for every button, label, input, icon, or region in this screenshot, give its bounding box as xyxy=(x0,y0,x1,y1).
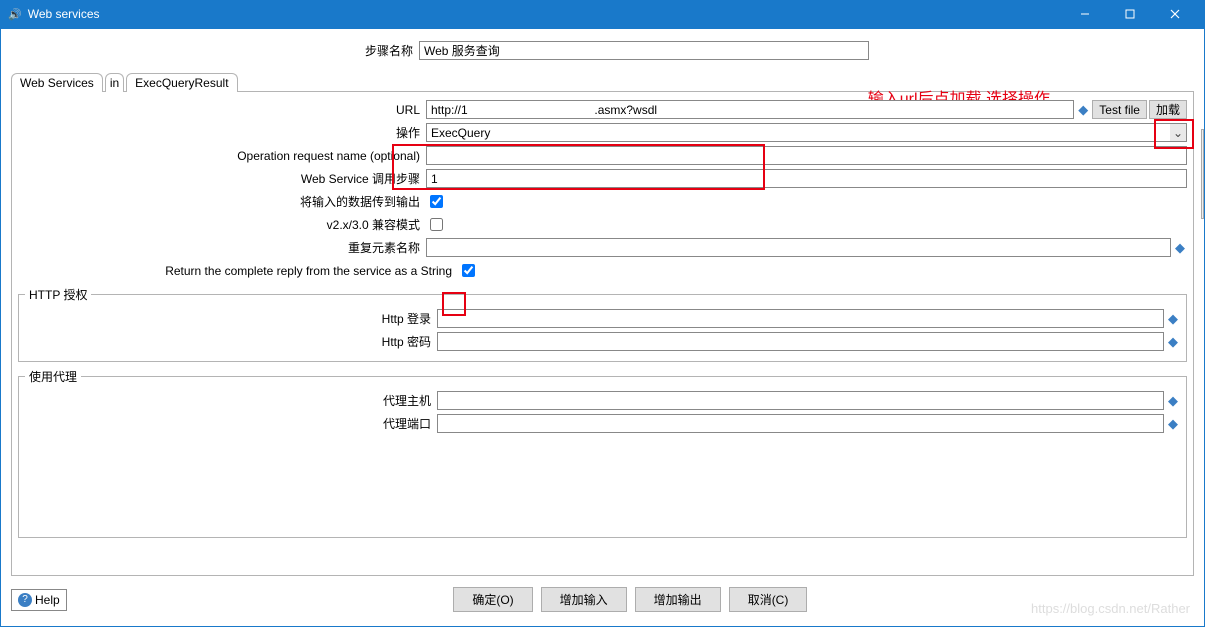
passdata-checkbox[interactable] xyxy=(430,195,443,208)
proxy-port-input[interactable] xyxy=(437,414,1164,433)
tabs: Web Services in ExecQueryResult xyxy=(11,72,1194,92)
variable-icon[interactable]: ◆ xyxy=(1166,391,1180,410)
tab-panel: URL ◆ Test file 加载 操作 ⌄ Operation reques… xyxy=(11,92,1194,576)
operation-label: 操作 xyxy=(18,124,426,141)
help-icon: ? xyxy=(18,593,32,607)
http-pwd-label: Http 密码 xyxy=(25,333,437,350)
stepname-input[interactable] xyxy=(419,41,869,60)
load-button[interactable]: 加载 xyxy=(1149,100,1187,119)
window-title: Web services xyxy=(28,7,1062,21)
compat-checkbox[interactable] xyxy=(430,218,443,231)
proxy-port-label: 代理端口 xyxy=(25,415,437,432)
compat-label: v2.x/3.0 兼容模式 xyxy=(18,216,426,233)
maximize-button[interactable] xyxy=(1107,0,1152,28)
variable-icon[interactable]: ◆ xyxy=(1166,309,1180,328)
steps-label: Web Service 调用步骤 xyxy=(18,170,426,187)
stepname-label: 步骤名称 xyxy=(11,42,419,59)
proxy-group: 使用代理 代理主机 ◆ 代理端口 ◆ xyxy=(18,368,1187,538)
retstr-label: Return the complete reply from the servi… xyxy=(18,264,458,278)
passdata-label: 将输入的数据传到输出 xyxy=(18,193,426,210)
add-output-button[interactable]: 增加输出 xyxy=(635,587,721,612)
footer: ?Help 确定(O) 增加输入 增加输出 取消(C) xyxy=(11,587,1194,612)
oprn-label: Operation request name (optional) xyxy=(18,149,426,163)
cancel-button[interactable]: 取消(C) xyxy=(729,587,808,612)
variable-icon[interactable]: ◆ xyxy=(1173,238,1187,257)
help-button[interactable]: ?Help xyxy=(11,589,67,611)
proxy-legend: 使用代理 xyxy=(25,368,81,385)
operation-select[interactable] xyxy=(426,123,1170,142)
url-input[interactable] xyxy=(426,100,1074,119)
tab-web-services[interactable]: Web Services xyxy=(11,73,103,92)
http-login-input[interactable] xyxy=(437,309,1164,328)
proxy-host-label: 代理主机 xyxy=(25,392,437,409)
repeat-label: 重复元素名称 xyxy=(18,239,426,256)
oprn-input[interactable] xyxy=(426,146,1187,165)
variable-icon[interactable]: ◆ xyxy=(1076,100,1090,119)
side-strip xyxy=(1201,129,1204,219)
close-button[interactable] xyxy=(1152,0,1197,28)
ok-button[interactable]: 确定(O) xyxy=(453,587,532,612)
chevron-down-icon[interactable]: ⌄ xyxy=(1170,123,1187,142)
retstr-checkbox[interactable] xyxy=(462,264,475,277)
app-icon: 🔊 xyxy=(8,8,22,21)
http-auth-group: HTTP 授权 Http 登录 ◆ Http 密码 ◆ xyxy=(18,286,1187,362)
minimize-button[interactable] xyxy=(1062,0,1107,28)
tab-in[interactable]: in xyxy=(105,73,124,92)
variable-icon[interactable]: ◆ xyxy=(1166,414,1180,433)
add-input-button[interactable]: 增加输入 xyxy=(541,587,627,612)
dialog-body: 步骤名称 Web Services in ExecQueryResult 输入u… xyxy=(0,28,1205,627)
test-file-button[interactable]: Test file xyxy=(1092,100,1147,119)
help-label: Help xyxy=(35,593,60,607)
tab-execqueryresult[interactable]: ExecQueryResult xyxy=(126,73,237,92)
repeat-input[interactable] xyxy=(426,238,1171,257)
http-login-label: Http 登录 xyxy=(25,310,437,327)
url-label: URL xyxy=(18,103,426,117)
http-pwd-input[interactable] xyxy=(437,332,1164,351)
titlebar: 🔊 Web services xyxy=(0,0,1205,28)
proxy-host-input[interactable] xyxy=(437,391,1164,410)
variable-icon[interactable]: ◆ xyxy=(1166,332,1180,351)
steps-input[interactable] xyxy=(426,169,1187,188)
http-auth-legend: HTTP 授权 xyxy=(25,286,91,303)
